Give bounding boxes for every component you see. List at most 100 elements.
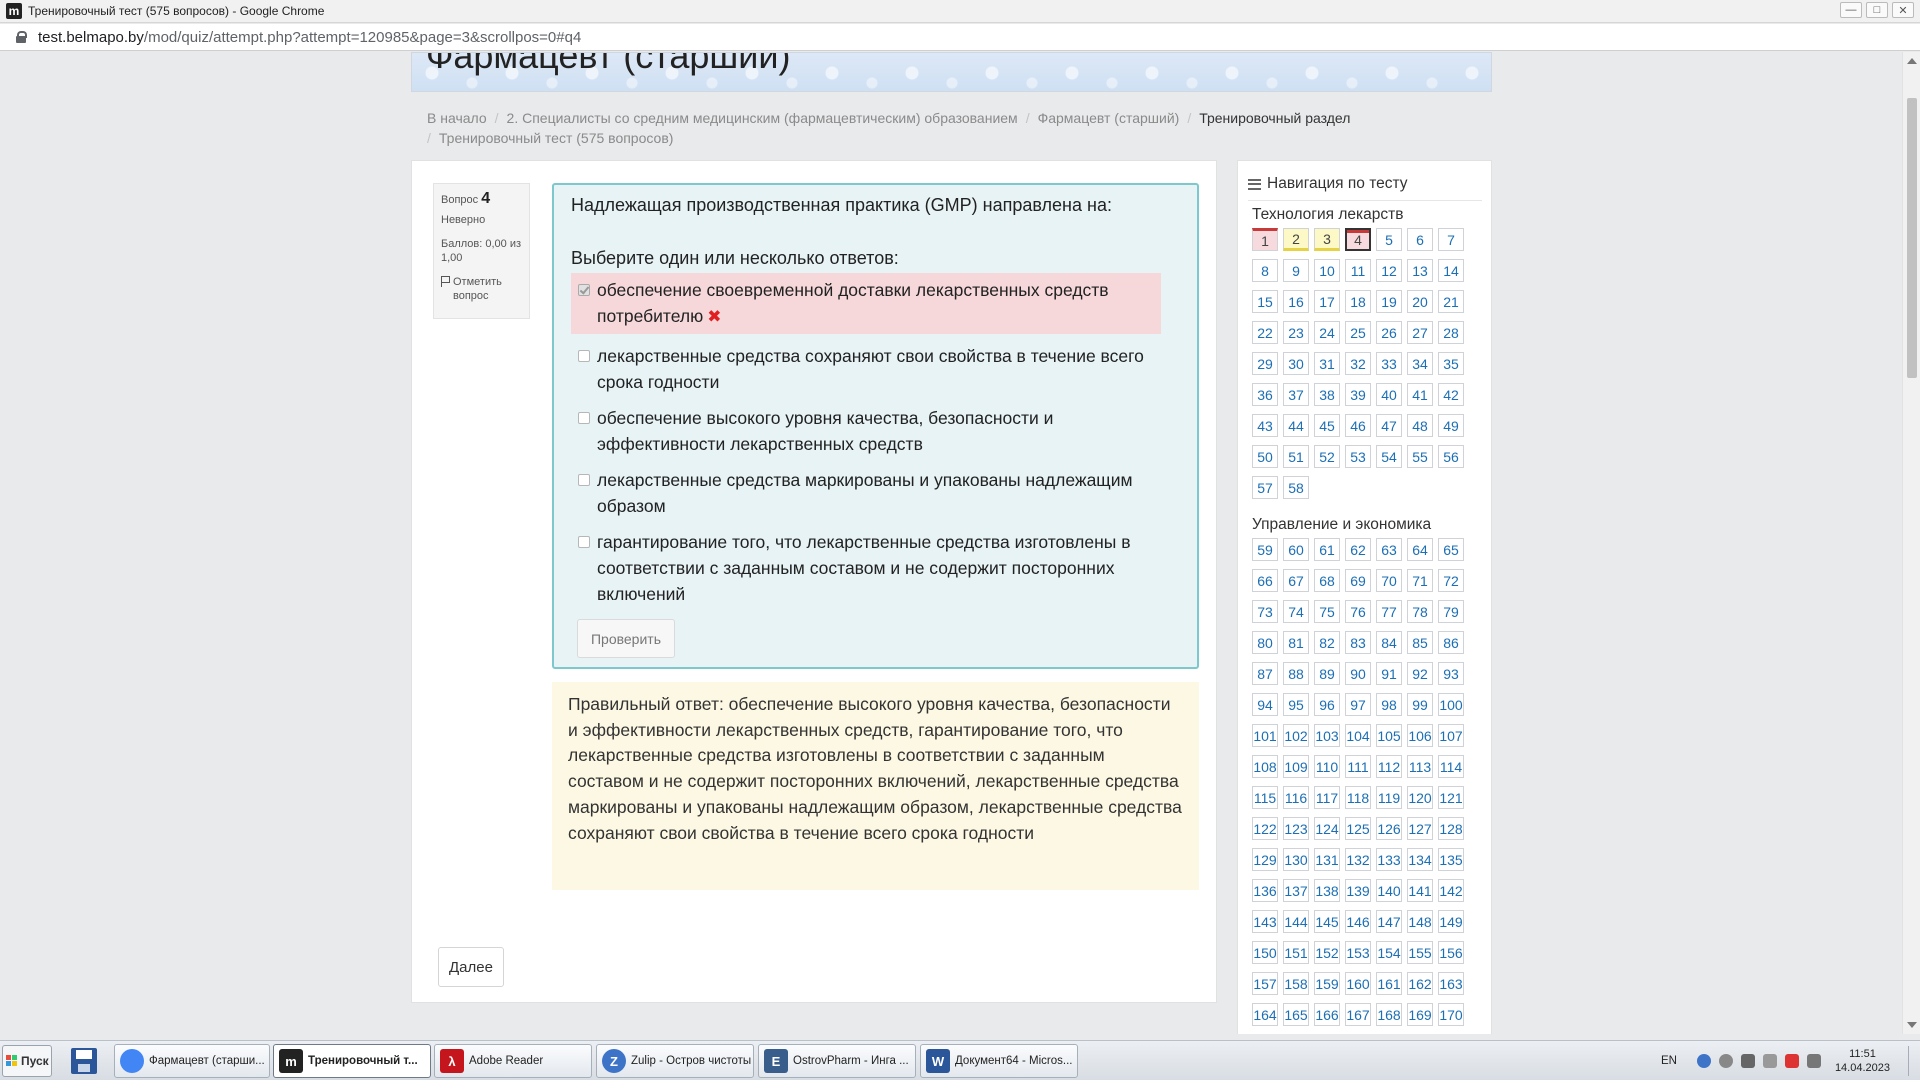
question-nav-button-69[interactable]: 69 — [1345, 569, 1371, 592]
check-button[interactable]: Проверить — [577, 619, 675, 658]
question-nav-button-7[interactable]: 7 — [1438, 228, 1464, 251]
address-bar[interactable]: test.belmapo.by/mod/quiz/attempt.php?att… — [0, 24, 1920, 51]
question-nav-button-149[interactable]: 149 — [1438, 910, 1464, 933]
question-nav-button-170[interactable]: 170 — [1438, 1003, 1464, 1026]
question-nav-button-131[interactable]: 131 — [1314, 848, 1340, 871]
question-nav-button-42[interactable]: 42 — [1438, 383, 1464, 406]
question-nav-button-132[interactable]: 132 — [1345, 848, 1371, 871]
display-icon[interactable] — [1806, 1054, 1821, 1068]
question-nav-button-8[interactable]: 8 — [1252, 259, 1278, 282]
question-nav-button-41[interactable]: 41 — [1407, 383, 1433, 406]
question-nav-button-146[interactable]: 146 — [1345, 910, 1371, 933]
question-nav-button-31[interactable]: 31 — [1314, 352, 1340, 375]
taskbar-item-ostrovpharm[interactable]: E OstrovPharm - Инга ... — [758, 1044, 916, 1078]
question-nav-button-27[interactable]: 27 — [1407, 321, 1433, 344]
question-nav-button-57[interactable]: 57 — [1252, 476, 1278, 499]
question-nav-button-63[interactable]: 63 — [1376, 538, 1402, 561]
zulip-tray-icon[interactable] — [1696, 1054, 1711, 1068]
question-nav-button-104[interactable]: 104 — [1345, 724, 1371, 747]
question-nav-button-10[interactable]: 10 — [1314, 259, 1340, 282]
question-nav-button-126[interactable]: 126 — [1376, 817, 1402, 840]
question-nav-button-21[interactable]: 21 — [1438, 290, 1464, 313]
question-nav-button-115[interactable]: 115 — [1252, 786, 1278, 809]
question-nav-button-147[interactable]: 147 — [1376, 910, 1402, 933]
question-nav-button-51[interactable]: 51 — [1283, 445, 1309, 468]
taskbar-item-zulip[interactable]: Z Zulip - Остров чистоты — [596, 1044, 754, 1078]
question-nav-button-17[interactable]: 17 — [1314, 290, 1340, 313]
question-nav-button-97[interactable]: 97 — [1345, 693, 1371, 716]
question-nav-button-3[interactable]: 3 — [1314, 228, 1340, 251]
question-nav-button-169[interactable]: 169 — [1407, 1003, 1433, 1026]
question-nav-button-48[interactable]: 48 — [1407, 414, 1433, 437]
question-nav-button-167[interactable]: 167 — [1345, 1003, 1371, 1026]
language-indicator[interactable]: EN — [1661, 1055, 1677, 1067]
question-nav-button-74[interactable]: 74 — [1283, 600, 1309, 623]
question-nav-button-20[interactable]: 20 — [1407, 290, 1433, 313]
question-nav-button-162[interactable]: 162 — [1407, 972, 1433, 995]
question-nav-button-34[interactable]: 34 — [1407, 352, 1433, 375]
question-nav-button-145[interactable]: 145 — [1314, 910, 1340, 933]
question-nav-button-13[interactable]: 13 — [1407, 259, 1433, 282]
question-nav-button-28[interactable]: 28 — [1438, 321, 1464, 344]
taskbar-item-word[interactable]: W Документ64 - Micros... — [920, 1044, 1078, 1078]
question-nav-button-84[interactable]: 84 — [1376, 631, 1402, 654]
question-nav-button-89[interactable]: 89 — [1314, 662, 1340, 685]
question-nav-button-99[interactable]: 99 — [1407, 693, 1433, 716]
answer-option-2[interactable]: лекарственные средства сохраняют свои св… — [571, 343, 1161, 395]
question-nav-button-109[interactable]: 109 — [1283, 755, 1309, 778]
question-nav-button-23[interactable]: 23 — [1283, 321, 1309, 344]
question-nav-button-24[interactable]: 24 — [1314, 321, 1340, 344]
question-nav-button-94[interactable]: 94 — [1252, 693, 1278, 716]
question-nav-button-158[interactable]: 158 — [1283, 972, 1309, 995]
breadcrumb-course[interactable]: Фармацевт (старший) — [1038, 110, 1180, 126]
question-nav-button-108[interactable]: 108 — [1252, 755, 1278, 778]
question-nav-button-102[interactable]: 102 — [1283, 724, 1309, 747]
answer-option-5[interactable]: гарантирование того, что лекарственные с… — [571, 529, 1161, 607]
question-nav-button-59[interactable]: 59 — [1252, 538, 1278, 561]
close-button[interactable]: ✕ — [1892, 2, 1914, 18]
question-nav-button-77[interactable]: 77 — [1376, 600, 1402, 623]
question-nav-button-164[interactable]: 164 — [1252, 1003, 1278, 1026]
question-nav-button-86[interactable]: 86 — [1438, 631, 1464, 654]
question-nav-button-111[interactable]: 111 — [1345, 755, 1371, 778]
antivirus-icon[interactable] — [1784, 1054, 1799, 1068]
question-nav-button-105[interactable]: 105 — [1376, 724, 1402, 747]
answer-option-3[interactable]: обеспечение высокого уровня качества, бе… — [571, 405, 1161, 457]
question-nav-button-19[interactable]: 19 — [1376, 290, 1402, 313]
printer-icon[interactable] — [1762, 1054, 1777, 1068]
question-nav-button-107[interactable]: 107 — [1438, 724, 1464, 747]
breadcrumb-category[interactable]: 2. Специалисты со средним медицинским (ф… — [507, 110, 1018, 126]
question-nav-button-36[interactable]: 36 — [1252, 383, 1278, 406]
taskbar-item-adobe-reader[interactable]: λ Adobe Reader — [434, 1044, 592, 1078]
question-nav-button-91[interactable]: 91 — [1376, 662, 1402, 685]
question-nav-button-37[interactable]: 37 — [1283, 383, 1309, 406]
network-icon[interactable] — [1718, 1054, 1733, 1068]
question-nav-button-80[interactable]: 80 — [1252, 631, 1278, 654]
question-nav-button-18[interactable]: 18 — [1345, 290, 1371, 313]
question-nav-button-72[interactable]: 72 — [1438, 569, 1464, 592]
question-nav-button-32[interactable]: 32 — [1345, 352, 1371, 375]
minimize-button[interactable]: — — [1840, 2, 1862, 18]
question-nav-button-35[interactable]: 35 — [1438, 352, 1464, 375]
next-page-button[interactable]: Далее — [438, 947, 504, 987]
question-nav-button-76[interactable]: 76 — [1345, 600, 1371, 623]
question-nav-button-166[interactable]: 166 — [1314, 1003, 1340, 1026]
question-nav-button-85[interactable]: 85 — [1407, 631, 1433, 654]
question-nav-button-154[interactable]: 154 — [1376, 941, 1402, 964]
question-nav-button-129[interactable]: 129 — [1252, 848, 1278, 871]
question-nav-button-46[interactable]: 46 — [1345, 414, 1371, 437]
question-nav-button-6[interactable]: 6 — [1407, 228, 1433, 251]
question-nav-button-159[interactable]: 159 — [1314, 972, 1340, 995]
breadcrumb-home[interactable]: В начало — [427, 110, 487, 126]
question-nav-button-39[interactable]: 39 — [1345, 383, 1371, 406]
question-nav-button-61[interactable]: 61 — [1314, 538, 1340, 561]
question-nav-button-70[interactable]: 70 — [1376, 569, 1402, 592]
scrollbar-thumb[interactable] — [1907, 98, 1917, 378]
question-nav-button-26[interactable]: 26 — [1376, 321, 1402, 344]
question-nav-button-138[interactable]: 138 — [1314, 879, 1340, 902]
question-nav-button-4[interactable]: 4 — [1345, 228, 1371, 251]
question-nav-button-112[interactable]: 112 — [1376, 755, 1402, 778]
question-nav-button-30[interactable]: 30 — [1283, 352, 1309, 375]
question-nav-button-56[interactable]: 56 — [1438, 445, 1464, 468]
question-nav-button-29[interactable]: 29 — [1252, 352, 1278, 375]
